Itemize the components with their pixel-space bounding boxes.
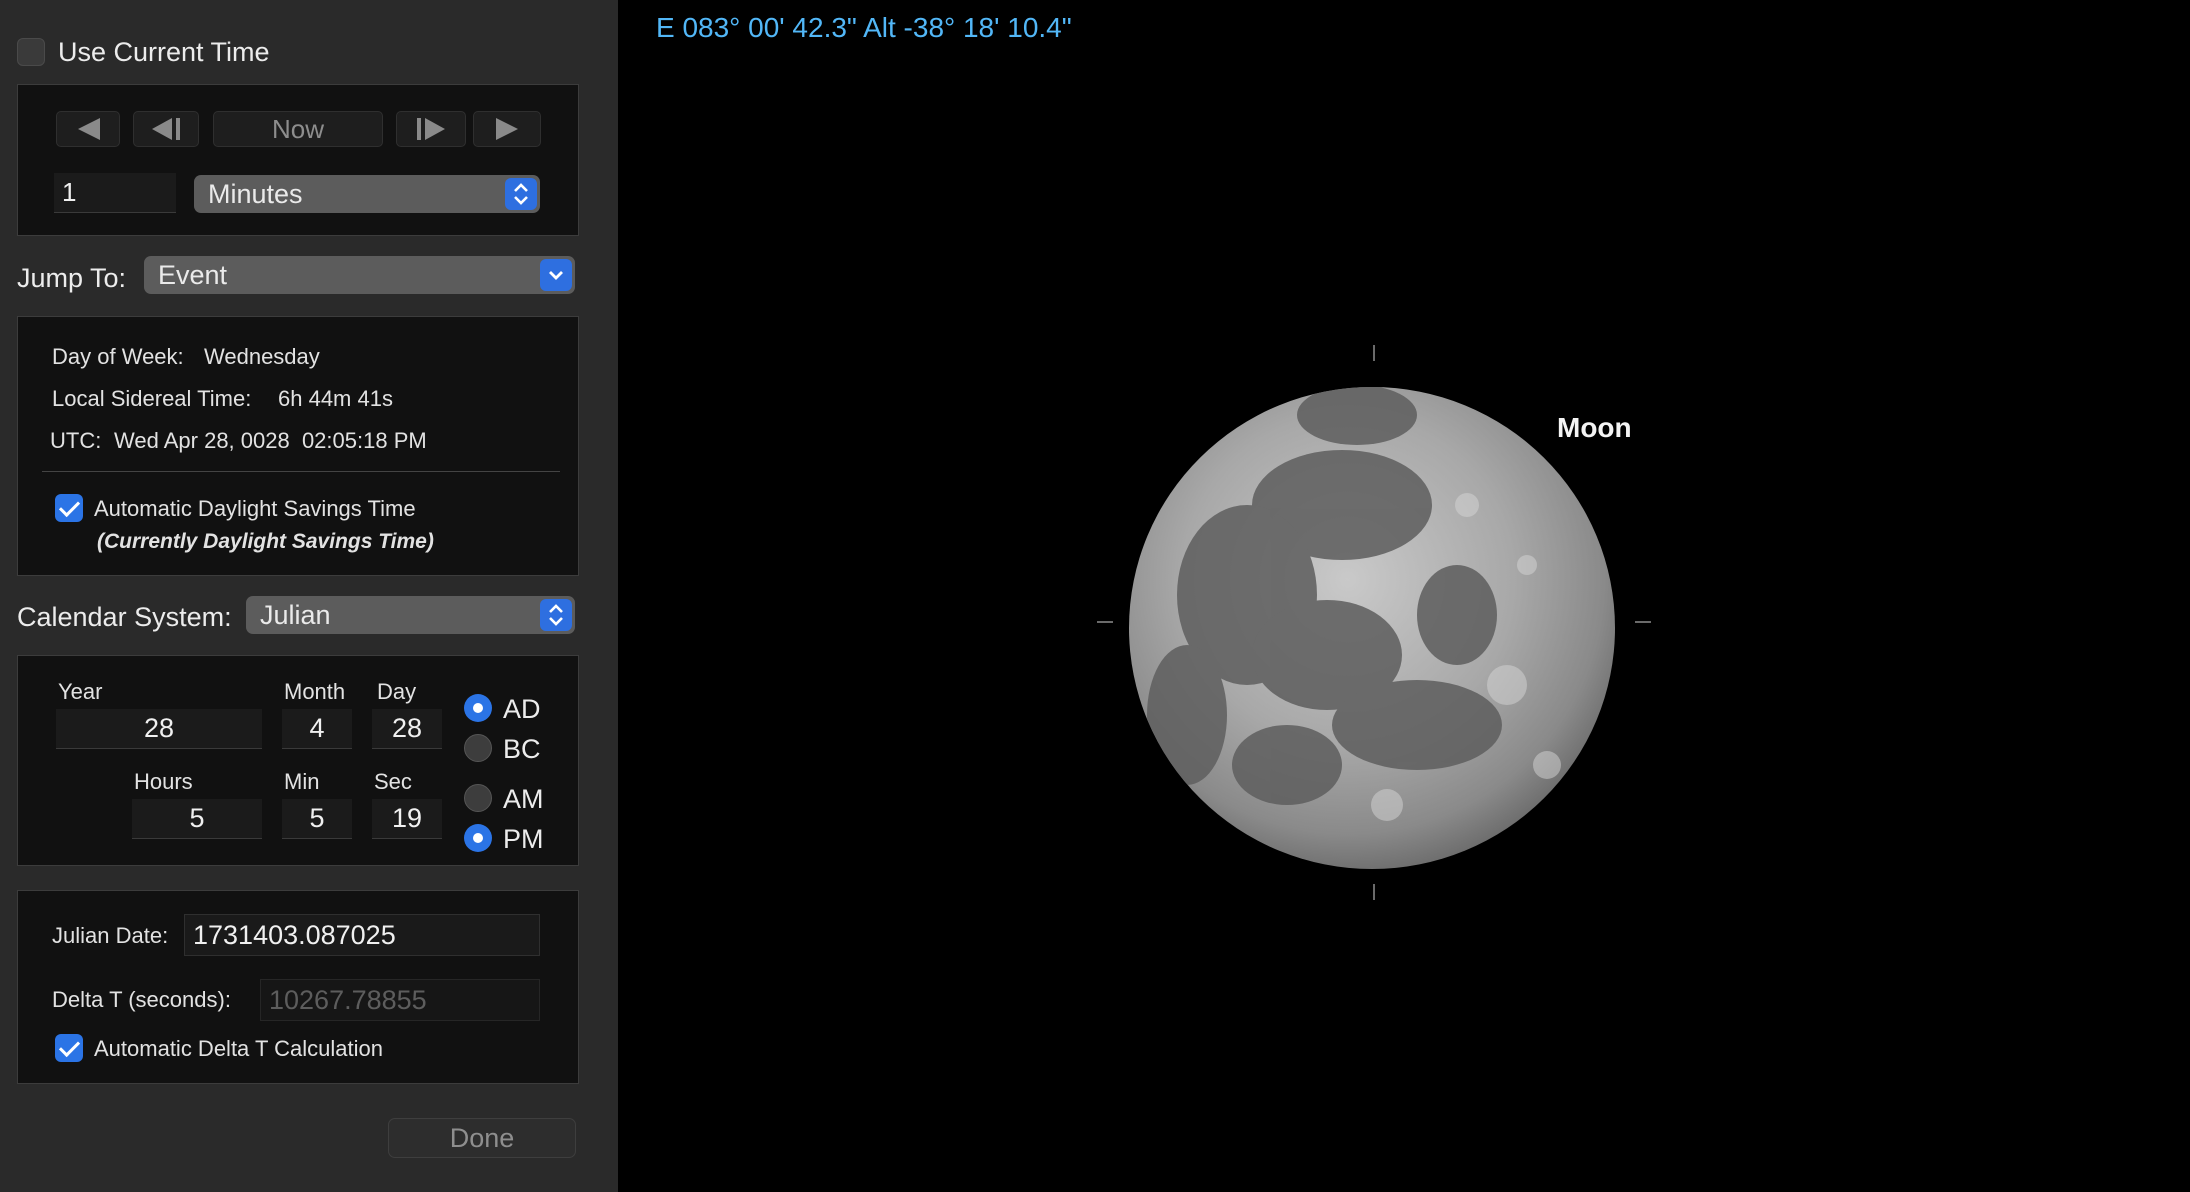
am-label: AM [503, 784, 544, 814]
julian-date-label: Julian Date: [52, 923, 169, 948]
done-button[interactable]: Done [388, 1118, 576, 1158]
use-current-time-label: Use Current Time [58, 37, 270, 67]
hours-label: Hours [134, 769, 193, 794]
time-info-group: Day of Week: Wednesday Local Sidereal Ti… [17, 316, 579, 576]
calendar-system-label: Calendar System: [17, 602, 232, 632]
crosshair-tick-right [1635, 621, 1651, 623]
step-unit-value: Minutes [208, 178, 303, 209]
step-unit-select[interactable]: Minutes [194, 175, 540, 213]
month-field[interactable]: 4 [282, 709, 352, 749]
moon-image[interactable] [1127, 385, 1617, 871]
hours-field[interactable]: 5 [132, 799, 262, 839]
step-forward-button[interactable] [396, 111, 466, 147]
jump-to-value: Event [158, 259, 228, 290]
calendar-system-value: Julian [260, 599, 331, 630]
updown-arrows-icon [505, 178, 537, 210]
date-time-group: Year Month Day 28 4 28 Hours Min Sec 5 5… [17, 655, 579, 866]
use-current-time-checkbox[interactable] [17, 38, 45, 66]
crosshair-tick-bottom [1373, 884, 1375, 900]
utc-value: Wed Apr 28, 0028 02:05:18 PM [114, 428, 427, 453]
step-back-button[interactable] [133, 111, 199, 147]
day-of-week-label: Day of Week: [52, 344, 184, 369]
updown-arrows-icon [540, 599, 572, 631]
auto-delta-t-label: Automatic Delta T Calculation [94, 1036, 383, 1061]
step-back-icon [152, 118, 180, 140]
rewind-icon [78, 118, 100, 140]
day-label: Day [377, 679, 417, 704]
era-bc-radio[interactable] [464, 734, 492, 762]
chevron-down-icon [540, 259, 572, 291]
calendar-system-select[interactable]: Julian [246, 596, 575, 634]
sec-label: Sec [374, 769, 412, 794]
sky-view[interactable]: E 083° 00' 42.3" Alt -38° 18' 10.4" Moon [618, 0, 2190, 1192]
pm-label: PM [503, 824, 544, 854]
dst-status-text: (Currently Daylight Savings Time) [97, 530, 434, 553]
now-button[interactable]: Now [213, 111, 383, 147]
rewind-button[interactable] [56, 111, 120, 147]
era-ad-label: AD [503, 694, 541, 724]
time-flow-panel: Use Current Time Now 1 Minutes Jump To: … [0, 0, 618, 1192]
utc-label: UTC: [50, 428, 102, 453]
era-bc-label: BC [503, 734, 541, 764]
cursor-coordinates: E 083° 00' 42.3" Alt -38° 18' 10.4" [656, 12, 1072, 43]
sidereal-time-value: 6h 44m 41s [278, 386, 393, 411]
moon-label: Moon [1557, 412, 1632, 443]
min-field[interactable]: 5 [282, 799, 352, 839]
jump-to-select[interactable]: Event [144, 256, 575, 294]
jump-to-label: Jump To: [17, 263, 127, 293]
step-forward-icon [417, 118, 445, 140]
delta-t-field[interactable]: 10267.78855 [260, 979, 540, 1021]
auto-dst-label: Automatic Daylight Savings Time [94, 496, 416, 521]
time-step-group: Now 1 Minutes [17, 84, 579, 236]
sec-field[interactable]: 19 [372, 799, 442, 839]
now-label: Now [271, 113, 324, 144]
am-radio[interactable] [464, 784, 492, 812]
day-of-week-value: Wednesday [204, 344, 320, 369]
min-label: Min [284, 769, 320, 794]
era-ad-radio[interactable] [464, 694, 492, 722]
pm-radio[interactable] [464, 824, 492, 852]
crosshair-tick-top [1373, 345, 1375, 361]
divider [42, 471, 560, 472]
play-icon [496, 118, 518, 140]
day-field[interactable]: 28 [372, 709, 442, 749]
year-field[interactable]: 28 [56, 709, 262, 749]
auto-delta-t-checkbox[interactable] [55, 1034, 83, 1062]
step-amount-field[interactable]: 1 [54, 173, 176, 213]
auto-dst-checkbox[interactable] [55, 494, 83, 522]
play-button[interactable] [473, 111, 541, 147]
julian-date-group: Julian Date: 1731403.087025 Delta T (sec… [17, 890, 579, 1084]
year-label: Year [58, 679, 103, 704]
delta-t-label: Delta T (seconds): [52, 987, 231, 1012]
month-label: Month [284, 679, 346, 704]
julian-date-field[interactable]: 1731403.087025 [184, 914, 540, 956]
sidereal-time-label: Local Sidereal Time: [52, 386, 252, 411]
crosshair-tick-left [1097, 621, 1113, 623]
